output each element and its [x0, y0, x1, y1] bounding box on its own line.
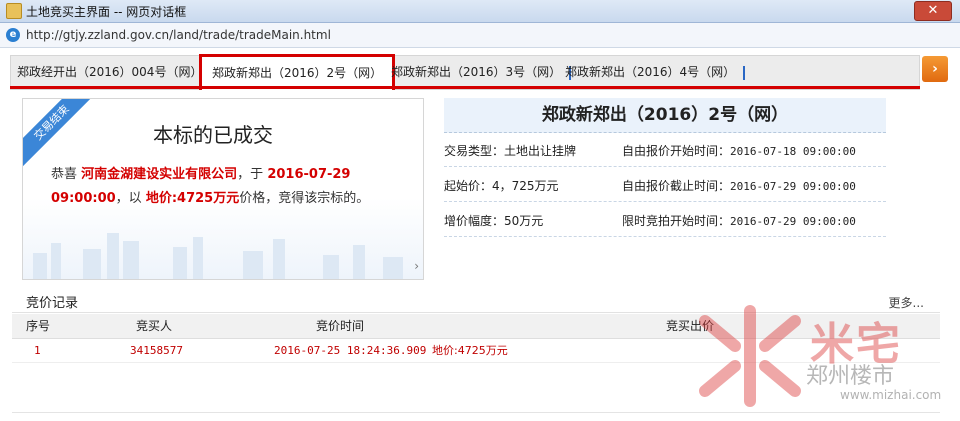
info-right: 限时竞拍开始时间：2016-07-29 09:00:00 — [622, 206, 856, 237]
tab-underline — [10, 86, 920, 89]
lot-info-panel: 郑政新郑出（2016）2号（网） 交易类型：土地出让挂牌 自由报价开始时间：20… — [444, 98, 886, 248]
table-row: 1 34158577 2016-07-25 18:24:36.909 地价:47… — [12, 340, 940, 363]
info-right: 自由报价开始时间：2016-07-18 09:00:00 — [622, 136, 856, 167]
result-heading: 本标的已成交 — [153, 123, 273, 147]
tab-scroll-button[interactable]: › — [922, 56, 948, 82]
bid-bidder: 34158577 — [130, 344, 183, 357]
browser-icon: e — [6, 28, 20, 42]
info-row: 增价幅度：50万元 限时竞拍开始时间：2016-07-29 09:00:00 — [444, 206, 886, 237]
msg-suffix: 价格，竞得该宗标的。 — [239, 191, 370, 206]
winner-company: 河南金湖建设实业有限公司 — [81, 167, 238, 182]
info-right-label: 限时竞拍开始时间： — [622, 214, 731, 228]
info-right-value: 2016-07-29 09:00:00 — [730, 215, 856, 228]
window-title: 土地竞买主界面 -- 网页对话框 — [26, 5, 187, 19]
bid-amount: 地价:4725万元 — [432, 344, 508, 357]
bid-records-header: 竞价记录 更多... — [12, 290, 940, 313]
info-right-label: 自由报价截止时间： — [622, 179, 731, 193]
tab-strip: 郑政经开出（2016）004号（网） 郑政新郑出（2016）2号（网） 郑政新郑… — [10, 54, 920, 90]
tab-label: 郑政新郑出（2016）2号（网） — [212, 66, 383, 80]
close-button[interactable]: ✕ — [914, 1, 952, 21]
more-link[interactable]: 更多... — [889, 294, 924, 311]
msg-prefix: 恭喜 — [51, 167, 78, 182]
card-more-arrow[interactable]: › — [414, 259, 419, 273]
info-row: 起始价：4，725万元 自由报价截止时间：2016-07-29 09:00:00 — [444, 171, 886, 202]
address-bar: e http://gtjy.zzland.gov.cn/land/trade/t… — [0, 23, 960, 48]
tab-label: 郑政经开出（2016）004号（网） — [17, 65, 203, 79]
col-bidder: 竞买人 — [136, 319, 173, 333]
city-skyline-graphic — [33, 233, 403, 279]
watermark-site: www.mizhai.com — [840, 388, 942, 402]
tab-4[interactable]: 郑政新郑出（2016）4号（网） — [565, 60, 746, 84]
tab-label: 郑政新郑出（2016）3号（网） — [391, 65, 562, 79]
col-amount: 竞买出价 — [666, 319, 715, 333]
bid-records-title: 竞价记录 — [26, 296, 79, 311]
info-right-label: 自由报价开始时间： — [622, 144, 731, 158]
info-right-value: 2016-07-29 09:00:00 — [730, 180, 856, 193]
address-url: http://gtjy.zzland.gov.cn/land/trade/tra… — [26, 28, 331, 42]
info-right: 自由报价截止时间：2016-07-29 09:00:00 — [622, 171, 856, 202]
msg-mid: ，于 — [237, 167, 264, 182]
table-bottom-border — [12, 412, 940, 413]
tab-separator — [743, 65, 746, 80]
info-left: 交易类型：土地出让挂牌 — [444, 144, 577, 158]
info-left: 起始价：4，725万元 — [444, 179, 559, 193]
col-time: 竞价时间 — [316, 319, 365, 333]
info-left: 增价幅度：50万元 — [444, 214, 544, 228]
bid-time: 2016-07-25 18:24:36.909 — [274, 344, 427, 357]
bid-no: 1 — [34, 344, 41, 357]
tab-label: 郑政新郑出（2016）4号（网） — [565, 65, 736, 79]
dialog-icon — [6, 3, 22, 19]
info-row: 交易类型：土地出让挂牌 自由报价开始时间：2016-07-18 09:00:00 — [444, 136, 886, 167]
window-titlebar: 土地竞买主界面 -- 网页对话框 ✕ — [0, 0, 960, 23]
tab-3[interactable]: 郑政新郑出（2016）3号（网） — [391, 60, 572, 84]
info-right-value: 2016-07-18 09:00:00 — [730, 145, 856, 158]
deal-price: 地价:4725万元 — [145, 191, 240, 206]
lot-title: 郑政新郑出（2016）2号（网） — [444, 98, 886, 133]
result-card: 交易结束 本标的已成交 恭喜 河南金湖建设实业有限公司，于 2016-07-29… — [22, 98, 424, 280]
bid-table-header: 序号 竞买人 竞价时间 竞买出价 — [12, 314, 940, 339]
result-message: 恭喜 河南金湖建设实业有限公司，于 2016-07-29 09:00:00，以 … — [51, 163, 401, 211]
status-ribbon: 交易结束 — [23, 99, 98, 169]
msg-price-prefix: ，以 — [115, 191, 142, 206]
col-no: 序号 — [26, 319, 51, 333]
tab-004[interactable]: 郑政经开出（2016）004号（网） — [17, 60, 202, 84]
tab-2[interactable]: 郑政新郑出（2016）2号（网） — [199, 54, 396, 90]
